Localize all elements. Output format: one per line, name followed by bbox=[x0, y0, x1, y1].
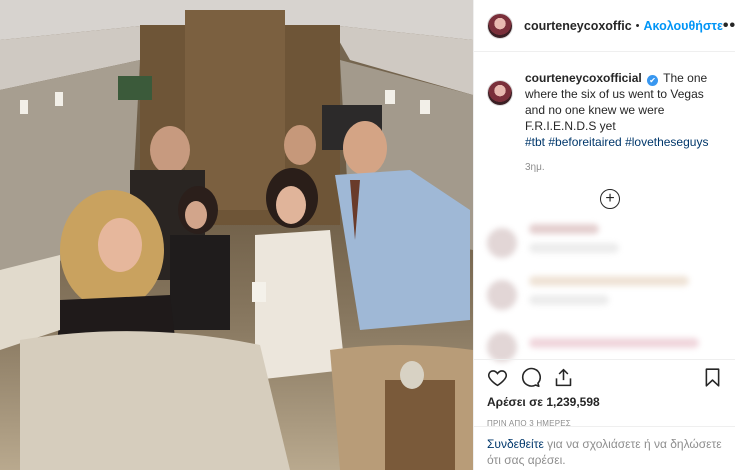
share-icon[interactable] bbox=[553, 367, 574, 388]
caption-avatar[interactable] bbox=[487, 80, 513, 106]
window-shade bbox=[385, 90, 395, 104]
blurred-comment bbox=[487, 276, 723, 313]
comment-icon[interactable] bbox=[520, 367, 541, 388]
action-icons bbox=[487, 363, 723, 391]
caption-hashtags[interactable]: #tbt #beforeitaired #lovetheseguys bbox=[525, 135, 708, 149]
login-prompt: Συνδεθείτε για να σχολιάσετε ή να δηλώσε… bbox=[474, 426, 735, 468]
post-actions: Αρέσει σε 1,239,598 ΠΡΙΝ ΑΠΟ 3 ΗΜΕΡΕΣ bbox=[474, 359, 735, 428]
post-side-panel: courteneycoxoffic • Ακολουθήστε ••• cour… bbox=[473, 0, 735, 470]
window-shade bbox=[420, 100, 430, 114]
cup bbox=[252, 282, 266, 302]
photo-illustration bbox=[0, 0, 473, 470]
comments-area[interactable]: courteneycoxofficial ✔ The one where the… bbox=[474, 52, 735, 362]
heart-icon[interactable] bbox=[487, 367, 508, 388]
follow-button[interactable]: Ακολουθήστε bbox=[644, 19, 723, 33]
login-link[interactable]: Συνδεθείτε bbox=[487, 437, 544, 451]
load-more-comments-icon[interactable]: + bbox=[600, 189, 620, 209]
post-photo[interactable] bbox=[0, 0, 473, 470]
separator-dot: • bbox=[635, 19, 640, 32]
avatar[interactable] bbox=[487, 12, 513, 39]
bookmark-icon[interactable] bbox=[702, 367, 723, 388]
seat-front bbox=[20, 331, 290, 470]
caption: courteneycoxofficial ✔ The one where the… bbox=[487, 70, 723, 150]
post-header: courteneycoxoffic • Ακολουθήστε ••• bbox=[474, 0, 735, 52]
verified-badge-icon: ✔ bbox=[647, 75, 659, 86]
glass-on-table bbox=[400, 361, 424, 389]
window-shade bbox=[55, 92, 63, 106]
window-shade bbox=[20, 100, 28, 114]
more-options-icon[interactable]: ••• bbox=[723, 17, 735, 35]
caption-time: 3ημ. bbox=[525, 162, 545, 173]
likes-count[interactable]: Αρέσει σε 1,239,598 bbox=[487, 395, 723, 409]
caption-username[interactable]: courteneycoxofficial bbox=[525, 71, 642, 85]
header-username[interactable]: courteneycoxoffic bbox=[524, 19, 632, 33]
caption-text-block: courteneycoxofficial ✔ The one where the… bbox=[525, 70, 723, 150]
cabin-sign bbox=[118, 76, 152, 100]
blurred-comment bbox=[487, 224, 723, 261]
